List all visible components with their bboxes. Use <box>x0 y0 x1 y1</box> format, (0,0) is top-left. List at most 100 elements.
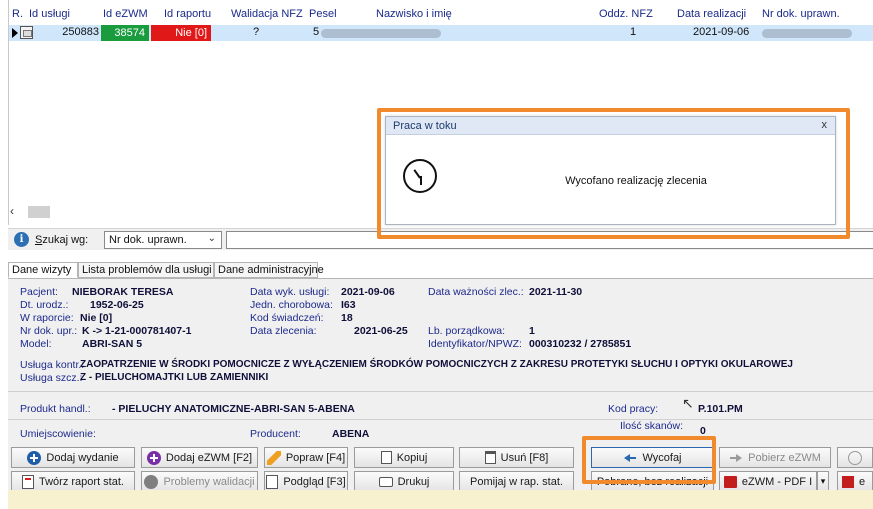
data-wyk-label: Data wyk. usługi: <box>250 286 330 298</box>
document-icon <box>842 475 854 488</box>
e-button[interactable]: e <box>837 471 873 492</box>
usluga-szcz-label: Usługa szcz.: <box>20 372 83 384</box>
ezwm-pdf-button[interactable]: eZWM - PDF I <box>719 471 817 492</box>
table-row[interactable]: 250883 38574 Nie [0] ? 5 1 2021-09-06 <box>9 25 873 41</box>
producent-value: ABENA <box>332 428 370 440</box>
popraw-button[interactable]: Popraw [F4] <box>264 447 348 468</box>
tab-dane-administracyjne[interactable]: Dane administracyjne <box>214 262 324 278</box>
col-walidacja-nfz[interactable]: Walidacja NFZ <box>231 8 303 20</box>
scroll-thumb[interactable] <box>28 206 50 218</box>
search-field-select[interactable]: Nr dok. uprawn. ⌄ <box>104 231 222 249</box>
lb-porzadkowa-label: Lb. porządkowa: <box>428 325 506 337</box>
producent-label: Producent: <box>250 428 301 440</box>
cell-oddz: 1 <box>630 26 637 38</box>
usluga-kontr-value: ZAOPATRZENIE W ŚRODKI POMOCNICZE Z WYŁĄC… <box>80 359 793 370</box>
pacjent-value: NIEBORAK TERESA <box>72 286 174 298</box>
data-zlecenia-value: 2021-06-25 <box>354 325 408 337</box>
problemy-walidacji-button[interactable]: Problemy walidacji <box>141 471 258 492</box>
blurred-nr-dok <box>762 29 852 38</box>
cell-id-uslugi: 250883 <box>62 26 99 38</box>
umiejscowienie-label: Umiejscowienie: <box>20 428 96 440</box>
row-pointer-icon <box>12 28 18 38</box>
usluga-szcz-value: Z - PIELUCHOMAJTKI LUB ZAMIENNIKI <box>80 372 269 383</box>
col-nr-dok[interactable]: Nr dok. uprawn. <box>762 8 840 20</box>
wycofaj-highlight-box <box>582 436 716 484</box>
kod-pracy-value: P.101.PM <box>698 403 743 415</box>
next-button[interactable] <box>837 447 873 468</box>
blurred-pesel-name <box>321 29 441 38</box>
model-value: ABRI-SAN 5 <box>82 338 143 350</box>
tab-lista-problemow[interactable]: Lista problemów dla usługi <box>78 262 214 278</box>
warning-icon <box>144 474 159 489</box>
grid-header: R. Id usługi Id eZWM Id raportu Walidacj… <box>9 6 873 24</box>
identyfikator-value: 000310232 / 2785851 <box>529 338 632 350</box>
produkt-handl-value: - PIELUCHY ANATOMICZNE-ABRI-SAN 5-ABENA <box>112 403 355 415</box>
status-strip <box>8 490 873 509</box>
data-waznosci-label: Data ważności zlec.: <box>428 286 524 298</box>
tab-dane-wizyty[interactable]: Dane wizyty <box>8 262 78 278</box>
pobierz-ezwm-button[interactable]: Pobierz eZWM <box>719 447 831 468</box>
dt-urodz-value: 1952-06-25 <box>90 299 144 311</box>
pdf-icon <box>723 475 737 488</box>
cell-pesel: 5 <box>313 26 320 38</box>
data-wyk-value: 2021-09-06 <box>341 286 395 298</box>
document-icon <box>20 26 33 39</box>
dialog-highlight-box <box>377 108 850 239</box>
model-label: Model: <box>20 338 52 350</box>
usluga-kontr-label: Usługa kontr.: <box>20 359 85 371</box>
data-zlecenia-label: Data zlecenia: <box>250 325 317 337</box>
plus-icon <box>146 450 161 465</box>
podglad-button[interactable]: Podgląd [F3] <box>264 471 348 492</box>
ezwm-pdf-dropdown[interactable]: ▾ <box>817 471 829 492</box>
col-id-uslugi[interactable]: Id usługi <box>29 8 70 20</box>
kopiuj-button[interactable]: Kopiuj <box>354 447 454 468</box>
trash-icon <box>484 451 496 464</box>
ilosc-skanow-label: Ilość skanów: <box>620 421 684 429</box>
col-id-raportu[interactable]: Id raportu <box>164 8 211 20</box>
search-field-selected: Nr dok. uprawn. <box>109 234 187 246</box>
jedn-chorobowa-label: Jedn. chorobowa: <box>250 299 333 311</box>
lb-porzadkowa-value: 1 <box>529 325 535 337</box>
col-pesel[interactable]: Pesel <box>309 8 337 20</box>
visit-details: Pacjent: NIEBORAK TERESA Dt. urodz.: 195… <box>8 278 873 444</box>
horizontal-scrollbar[interactable]: ‹ <box>8 204 50 220</box>
identyfikator-label: Identyfikator/NPWZ: <box>428 338 522 350</box>
tworz-raport-button[interactable]: Twórz raport stat. <box>11 471 135 492</box>
produkt-handl-label: Produkt handl.: <box>20 403 91 415</box>
nr-dok-label: Nr dok. upr.: <box>20 325 78 337</box>
pacjent-label: Pacjent: <box>20 286 58 298</box>
nr-dok-value: K -> 1-21-000781407-1 <box>82 325 192 337</box>
chevron-down-icon: ⌄ <box>207 233 216 244</box>
copy-icon <box>380 451 392 464</box>
scroll-left-icon[interactable]: ‹ <box>10 204 14 218</box>
usun-button[interactable]: Usuń [F8] <box>459 447 574 468</box>
divider <box>8 419 873 420</box>
col-data-realizacji[interactable]: Data realizacji <box>677 8 746 20</box>
col-r[interactable]: R. <box>12 8 23 20</box>
kod-pracy-label: Kod pracy: <box>608 403 659 415</box>
divider <box>8 391 873 392</box>
info-icon[interactable]: i <box>14 232 29 247</box>
mouse-cursor-icon: ↖ <box>682 395 694 411</box>
dodaj-wydanie-button[interactable]: Dodaj wydanie <box>11 447 135 468</box>
plus-icon <box>27 450 42 465</box>
dt-urodz-label: Dt. urodz.: <box>20 299 69 311</box>
dodaj-ezwm-button[interactable]: Dodaj eZWM [F2] <box>141 447 258 468</box>
col-id-ezwm[interactable]: Id eZWM <box>103 8 148 20</box>
pomijaj-button[interactable]: Pomijaj w rap. stat. <box>459 471 574 492</box>
cell-walidacja: ? <box>253 26 260 38</box>
cell-id-raportu: Nie [0] <box>151 25 211 41</box>
arrow-right-icon <box>729 451 743 465</box>
col-oddz-nfz[interactable]: Oddz. NFZ <box>599 8 653 20</box>
kod-swiadczen-value: 18 <box>341 312 353 324</box>
circle-arrow-icon <box>848 450 862 465</box>
cell-id-ezwm: 38574 <box>101 25 149 41</box>
pencil-icon <box>266 450 281 465</box>
drukuj-button[interactable]: Drukuj <box>354 471 454 492</box>
report-icon <box>22 474 34 489</box>
search-label: Szukaj wg: <box>35 234 89 246</box>
printer-icon <box>378 476 393 487</box>
w-raporcie-label: W raporcie: <box>20 312 74 324</box>
col-nazwisko[interactable]: Nazwisko i imię <box>376 8 452 20</box>
preview-icon <box>266 474 279 489</box>
